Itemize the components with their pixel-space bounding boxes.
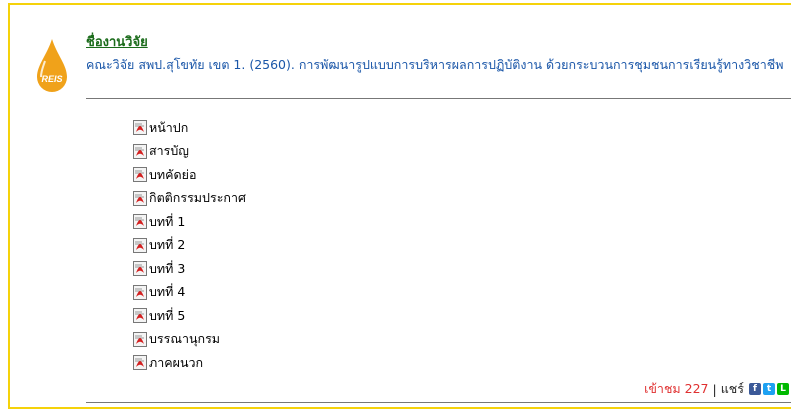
file-label: บทคัดย่อ [149, 166, 197, 182]
pdf-icon [133, 214, 147, 230]
file-link[interactable]: ภาคผนวก [133, 351, 246, 375]
file-link[interactable]: บทที่ 5 [133, 304, 246, 328]
file-label: บทที่ 2 [149, 237, 186, 253]
file-link[interactable]: หน้าปก [133, 116, 246, 140]
twitter-icon[interactable]: t [763, 383, 775, 395]
file-label: บทที่ 1 [149, 213, 186, 229]
pdf-icon [133, 355, 147, 371]
logo-text: REIS [41, 74, 62, 84]
file-link[interactable]: สารบัญ [133, 140, 246, 164]
footer-separator: | [712, 381, 717, 397]
footer-bar: เข้าชม 227 | แชร์ f t L [644, 379, 791, 399]
file-label: สารบัญ [149, 143, 189, 159]
research-citation: คณะวิจัย สพป.สุโขทัย เขต 1. (2560). การพ… [86, 57, 784, 72]
file-link[interactable]: บทที่ 3 [133, 257, 246, 281]
view-count: เข้าชม 227 [644, 381, 709, 396]
file-link[interactable]: บรรณานุกรม [133, 328, 246, 352]
file-list: หน้าปก สารบัญ บทคัดย่อ กิตติกรรมประกาศ บ… [133, 116, 246, 375]
pdf-icon [133, 167, 147, 183]
pdf-icon [133, 190, 147, 206]
file-label: ภาคผนวก [149, 354, 204, 370]
file-label: บทที่ 4 [149, 284, 186, 300]
pdf-icon [133, 120, 147, 136]
divider-top [86, 98, 791, 99]
file-label: หน้าปก [149, 119, 189, 135]
file-link[interactable]: กิตติกรรมประกาศ [133, 187, 246, 211]
file-link[interactable]: บทคัดย่อ [133, 163, 246, 187]
pdf-icon [133, 261, 147, 277]
file-link[interactable]: บทที่ 4 [133, 281, 246, 305]
line-icon[interactable]: L [777, 383, 789, 395]
file-label: กิตติกรรมประกาศ [149, 190, 246, 206]
pdf-icon [133, 143, 147, 159]
pdf-icon [133, 284, 147, 300]
pdf-icon [133, 237, 147, 253]
research-heading: ชื่องานวิจัย [86, 35, 148, 50]
share-label: แชร์ [720, 381, 744, 396]
file-label: บทที่ 3 [149, 260, 186, 276]
reis-logo: REIS [37, 39, 67, 92]
pdf-icon [133, 331, 147, 347]
divider-bottom [86, 402, 791, 403]
file-label: บรรณานุกรม [149, 331, 221, 347]
file-label: บทที่ 5 [149, 307, 186, 323]
file-link[interactable]: บทที่ 1 [133, 210, 246, 234]
file-link[interactable]: บทที่ 2 [133, 234, 246, 258]
pdf-icon [133, 308, 147, 324]
facebook-icon[interactable]: f [749, 383, 761, 395]
